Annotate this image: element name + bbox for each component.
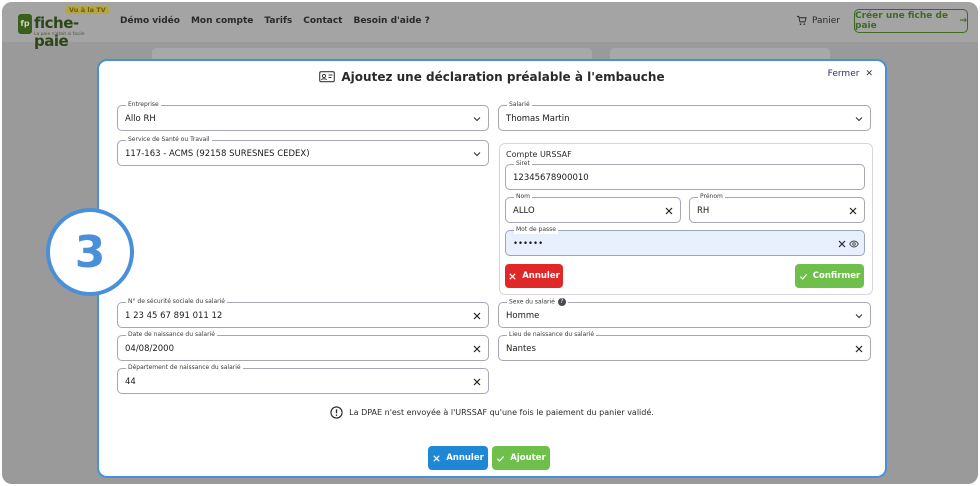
password-label: Mot de passe [514,226,558,234]
urssaf-account-panel: Compte URSSAF Siret 12345678900010 Nom A… [499,143,873,295]
close-icon [433,454,440,462]
submit-button[interactable]: Ajouter [492,446,550,470]
sante-travail-label: Service de Santé ou Travail [126,136,212,144]
close-button[interactable]: Fermer ✕ [828,69,873,79]
prenom-field[interactable]: Prénom RH [689,193,865,223]
salarie-select[interactable]: Salarié Thomas Martin [498,101,871,131]
lieu-naissance-value: Nantes [506,344,536,354]
submit-label: Ajouter [510,453,546,463]
securite-sociale-value: 1 23 45 67 891 011 12 [125,311,223,321]
sexe-select[interactable]: Sexe du salarié? Homme [498,298,871,328]
sexe-label-text: Sexe du salarié [509,298,555,306]
dpae-modal: Ajoutez une déclaration préalable à l'em… [97,59,887,478]
date-naissance-field[interactable]: Date de naissance du salarié 04/08/2000 [117,331,489,361]
urssaf-confirm-button[interactable]: Confirmer [795,264,864,288]
prenom-label: Prénom [698,193,725,201]
securite-sociale-field[interactable]: N° de sécurité sociale du salarié 1 23 4… [117,298,489,328]
clear-icon[interactable] [472,377,482,387]
close-label: Fermer [827,69,860,79]
departement-value: 44 [125,377,136,387]
urssaf-confirm-label: Confirmer [812,271,861,281]
nav-link-contact[interactable]: Contact [303,16,342,26]
departement-field[interactable]: Département de naissance du salarié 44 [117,364,489,394]
close-icon: ✕ [865,69,873,79]
salarie-value: Thomas Martin [506,114,570,124]
arrow-right-icon: → [959,16,967,26]
step-number-badge: 3 [46,208,134,296]
date-naissance-value: 04/08/2000 [125,344,174,354]
top-navigation: fp fiche-paie Vu à la TV La paie n'était… [2,2,978,50]
siret-label: Siret [514,160,532,168]
modal-title-text: Ajoutez une déclaration préalable à l'em… [341,70,665,84]
create-payslip-button[interactable]: Créer une fiche de paie → [854,9,968,33]
app-frame: fp fiche-paie Vu à la TV La paie n'était… [2,2,978,484]
clear-icon[interactable] [472,344,482,354]
urssaf-cancel-label: Annuler [522,271,560,281]
nav-link-demo[interactable]: Démo vidéo [120,16,180,26]
cancel-button[interactable]: Annuler [428,446,488,470]
siret-value: 12345678900010 [513,173,589,183]
clear-icon[interactable] [848,206,858,216]
modal-title: Ajoutez une déclaration préalable à l'em… [99,70,885,84]
departement-label: Département de naissance du salarié [126,364,243,372]
clear-icon[interactable] [664,206,674,216]
check-icon [497,455,505,462]
step-number: 3 [74,226,106,278]
id-card-icon [319,70,336,82]
help-icon[interactable]: ? [557,298,566,306]
password-field[interactable]: Mot de passe •••••• [505,226,865,256]
close-icon [509,272,516,280]
entreprise-value: Allo RH [125,114,156,124]
eye-icon[interactable] [849,239,859,249]
siret-field[interactable]: Siret 12345678900010 [505,160,865,190]
lieu-naissance-field[interactable]: Lieu de naissance du salarié Nantes [498,331,871,361]
prenom-value: RH [697,206,710,216]
date-naissance-label: Date de naissance du salarié [126,331,217,339]
urssaf-title: Compte URSSAF [506,150,572,159]
nav-link-help[interactable]: Besoin d'aide ? [353,16,429,26]
chevron-down-icon [473,117,481,122]
chevron-down-icon [473,152,481,157]
sexe-value: Homme [506,311,540,321]
nav-link-pricing[interactable]: Tarifs [264,16,292,26]
logo-tv-badge: Vu à la TV [66,6,109,14]
sexe-label: Sexe du salarié? [507,298,568,307]
password-value: •••••• [513,239,544,249]
sante-travail-value: 117-163 - ACMS (92158 SURESNES CEDEX) [125,149,310,159]
check-icon [799,273,807,280]
sante-travail-select[interactable]: Service de Santé ou Travail 117-163 - AC… [117,136,489,166]
entreprise-select[interactable]: Entreprise Allo RH [117,101,489,131]
entreprise-label: Entreprise [126,101,161,109]
lieu-naissance-label: Lieu de naissance du salarié [507,331,597,339]
chevron-down-icon [855,117,863,122]
securite-sociale-label: N° de sécurité sociale du salarié [126,298,228,306]
nom-label: Nom [514,193,533,201]
logo-badge: fp [18,14,32,34]
logo-tagline: La paie n'était si facile [34,32,85,37]
payment-notice-text: La DPAE n'est envoyée à l'URSSAF qu'une … [349,408,654,417]
nom-value: ALLO [513,206,535,216]
clear-icon[interactable] [837,239,847,249]
cart-link[interactable]: Panier [796,15,840,26]
payment-notice: La DPAE n'est envoyée à l'URSSAF qu'une … [99,406,885,419]
create-payslip-label: Créer une fiche de paie [855,11,949,31]
nom-field[interactable]: Nom ALLO [505,193,681,223]
cart-icon [796,15,807,25]
salarie-label: Salarié [507,101,532,109]
cancel-label: Annuler [446,453,484,463]
clear-icon[interactable] [854,344,864,354]
logo[interactable]: fp fiche-paie Vu à la TV La paie n'était… [18,6,110,50]
warning-circle-icon [330,406,343,419]
nav-links: Démo vidéo Mon compte Tarifs Contact Bes… [120,16,430,26]
cart-label: Panier [812,15,840,26]
urssaf-cancel-button[interactable]: Annuler [505,264,563,288]
nav-link-account[interactable]: Mon compte [191,16,253,26]
chevron-down-icon [855,314,863,319]
clear-icon[interactable] [472,311,482,321]
